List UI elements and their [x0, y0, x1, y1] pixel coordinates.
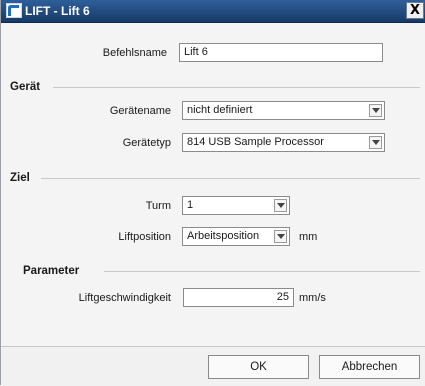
- lift-position-value: Arbeitsposition: [187, 230, 260, 242]
- window-title: LIFT - Lift 6: [25, 4, 90, 18]
- title-bar[interactable]: LIFT - Lift 6 X: [1, 0, 425, 23]
- button-bar: OK Abbrechen: [1, 346, 425, 386]
- lift-dialog: LIFT - Lift 6 X Befehlsname Lift 6 Gerät…: [0, 0, 425, 386]
- tower-value: 1: [187, 199, 194, 211]
- section-target-separator: [41, 178, 420, 179]
- lift-position-select[interactable]: Arbeitsposition: [182, 227, 290, 246]
- device-type-select[interactable]: 814 USB Sample Processor: [182, 133, 385, 152]
- chevron-down-icon[interactable]: [274, 199, 287, 212]
- lift-speed-input[interactable]: 25: [183, 288, 294, 307]
- device-name-label: Gerätename: [109, 105, 171, 117]
- lift-position-label: Liftposition: [118, 231, 171, 243]
- app-logo-icon: [6, 3, 22, 18]
- section-target-title: Ziel: [10, 172, 30, 184]
- device-type-label: Gerätetyp: [122, 137, 171, 149]
- close-icon: X: [409, 3, 421, 18]
- command-name-label: Befehlsname: [102, 47, 167, 59]
- device-name-select[interactable]: nicht definiert: [182, 101, 385, 120]
- tower-select[interactable]: 1: [182, 196, 290, 215]
- chevron-down-icon[interactable]: [274, 230, 287, 243]
- device-name-value: nicht definiert: [187, 104, 253, 116]
- tower-label: Turm: [145, 200, 171, 212]
- chevron-down-icon[interactable]: [369, 104, 382, 117]
- command-name-input[interactable]: Lift 6: [179, 43, 383, 62]
- close-button[interactable]: X: [406, 2, 424, 19]
- device-type-value: 814 USB Sample Processor: [187, 136, 324, 148]
- cancel-button[interactable]: Abbrechen: [319, 355, 420, 379]
- chevron-down-icon[interactable]: [369, 136, 382, 149]
- section-device-separator: [53, 87, 420, 88]
- section-device-title: Gerät: [10, 81, 41, 93]
- lift-speed-label: Liftgeschwindigkeit: [78, 292, 171, 304]
- ok-button[interactable]: OK: [208, 355, 309, 379]
- section-parameters-title: Parameter: [23, 265, 80, 277]
- lift-speed-unit: mm/s: [299, 292, 326, 304]
- lift-position-unit: mm: [299, 231, 318, 243]
- section-parameters-separator: [104, 271, 420, 272]
